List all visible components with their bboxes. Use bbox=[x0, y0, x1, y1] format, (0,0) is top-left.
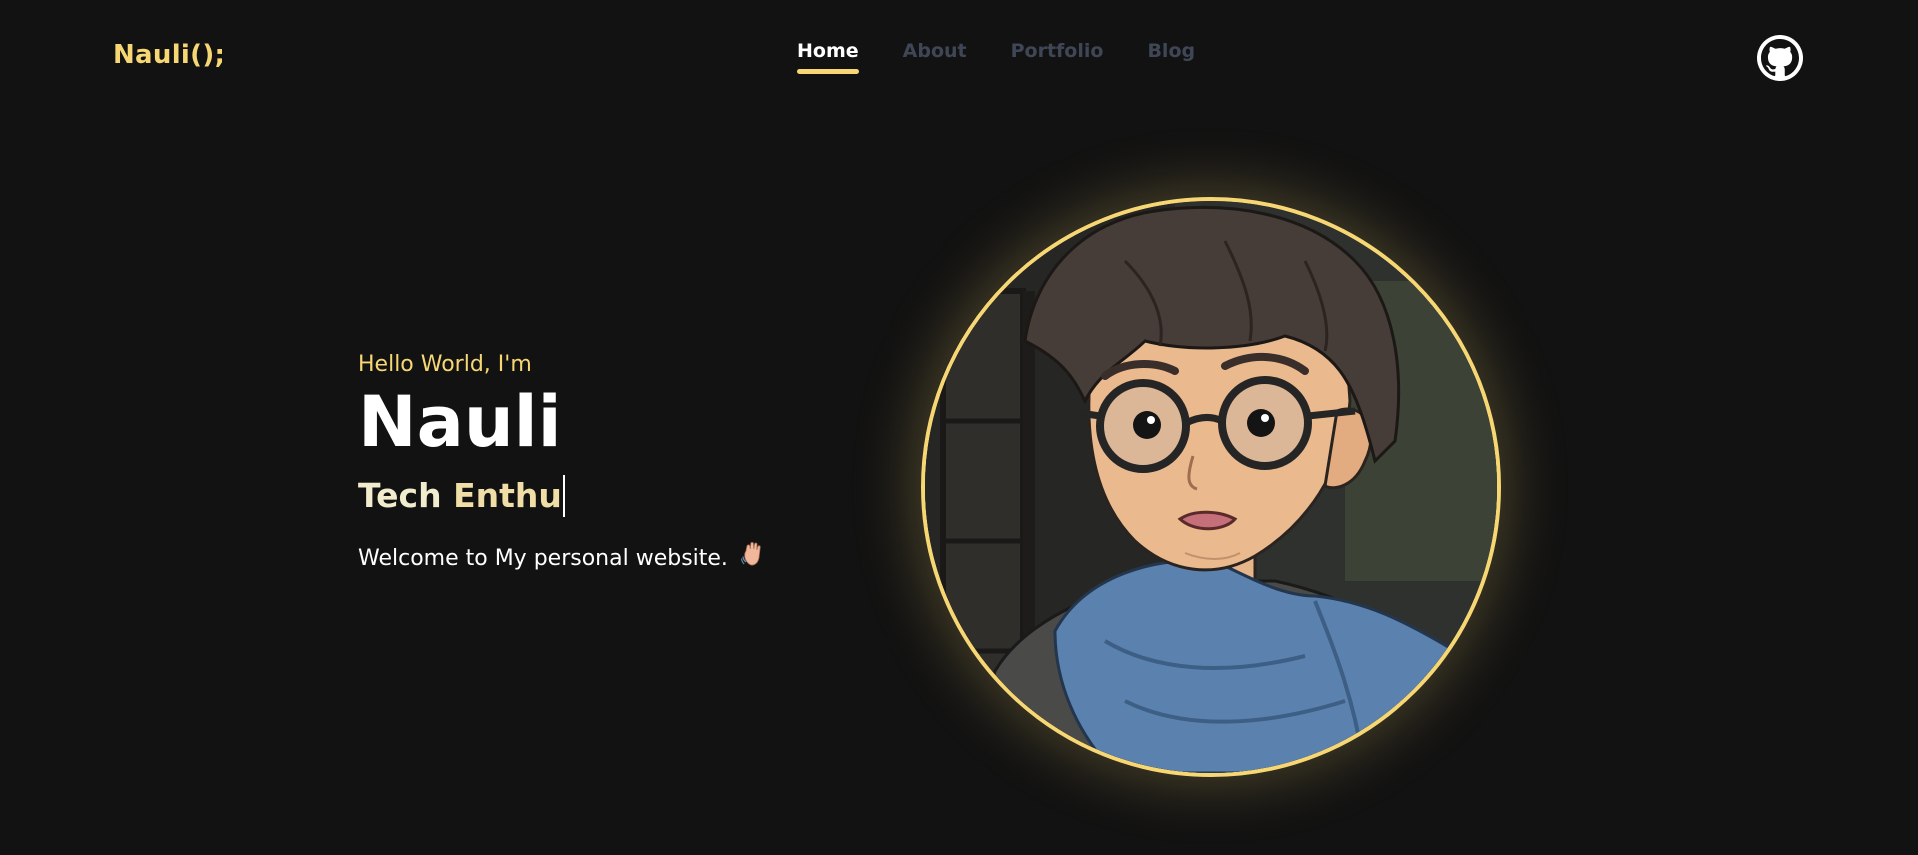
page: Nauli(); Home About Portfolio Blog Hello… bbox=[0, 0, 1918, 855]
main-nav: Home About Portfolio Blog bbox=[797, 40, 1195, 74]
nav-about-label: About bbox=[902, 40, 967, 62]
hero-greeting: Hello World, I'm bbox=[358, 352, 532, 377]
hero-intro: Hello World, I'm Nauli Tech Enthu Welcom… bbox=[358, 352, 838, 573]
waving-hand-icon bbox=[740, 541, 765, 573]
navbar: Nauli(); Home About Portfolio Blog bbox=[0, 0, 1918, 118]
nav-about[interactable]: About bbox=[903, 40, 967, 68]
nav-home[interactable]: Home bbox=[797, 40, 859, 74]
avatar-illustration bbox=[925, 201, 1497, 773]
hero-name: Nauli bbox=[358, 381, 562, 463]
welcome-line: Welcome to My personal website. bbox=[358, 541, 838, 573]
active-nav-indicator bbox=[797, 69, 859, 74]
typing-cursor bbox=[562, 475, 565, 517]
nav-home-label: Home bbox=[797, 40, 859, 62]
role-prefix: Tech bbox=[358, 476, 442, 515]
nav-portfolio[interactable]: Portfolio bbox=[1011, 40, 1104, 68]
welcome-text: Welcome to My personal website. bbox=[358, 546, 728, 571]
role-typed-text: Enthu bbox=[453, 476, 562, 515]
nav-blog-label: Blog bbox=[1147, 40, 1196, 62]
nav-blog[interactable]: Blog bbox=[1147, 40, 1195, 68]
github-icon bbox=[1761, 39, 1799, 77]
github-link[interactable] bbox=[1757, 35, 1803, 81]
nav-portfolio-label: Portfolio bbox=[1010, 40, 1104, 62]
site-logo[interactable]: Nauli(); bbox=[113, 40, 225, 70]
hero-role: Tech Enthu bbox=[358, 475, 838, 517]
profile-avatar bbox=[921, 197, 1501, 777]
